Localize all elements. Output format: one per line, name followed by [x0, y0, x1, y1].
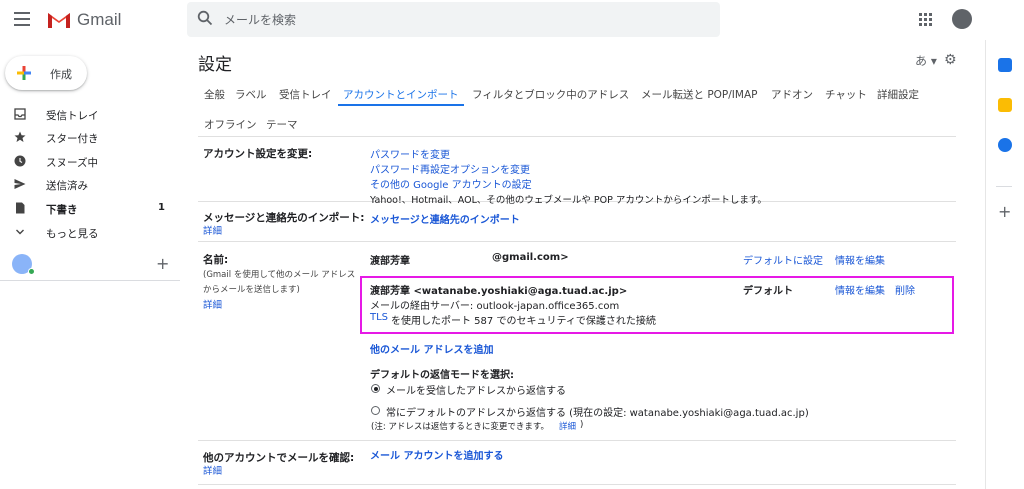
send-as-description: (Gmail を使用して他のメール アドレス [203, 270, 356, 280]
tab-chat[interactable]: チャット [825, 87, 867, 102]
import-link[interactable]: メッセージと連絡先のインポート [370, 211, 520, 226]
compose-button[interactable]: 作成 [5, 56, 87, 90]
nav-item-label: 下書き [46, 204, 78, 216]
nav-divider [0, 280, 180, 281]
side-panel-divider [996, 186, 1012, 187]
section-divider [198, 440, 956, 441]
app-name: Gmail [77, 10, 122, 29]
send-as-detail-link[interactable]: 詳細 [203, 297, 222, 311]
gear-icon[interactable]: ⚙ [944, 52, 957, 68]
keep-icon[interactable] [998, 98, 1012, 112]
apps-grid-icon[interactable] [919, 13, 932, 26]
active-tab-indicator [338, 104, 464, 106]
nav-item-sent[interactable]: 送信済み [0, 172, 180, 196]
star-icon [14, 131, 26, 142]
reply-note-end: ) [580, 420, 584, 430]
nav-item-more[interactable]: もっと見る [0, 220, 180, 244]
import-label: メッセージと連絡先のインポート: [203, 212, 365, 224]
edit-info-link[interactable]: 情報を編集 [835, 252, 885, 267]
tab-themes[interactable]: テーマ [266, 117, 298, 132]
check-mail-detail-link[interactable]: 詳細 [203, 463, 222, 477]
tab-filters[interactable]: フィルタとブロック中のアドレス [472, 87, 629, 102]
reply-option-default: 常にデフォルトのアドレスから返信する (現在の設定: watanabe.yosh… [386, 408, 809, 419]
compose-label: 作成 [50, 68, 72, 81]
online-status-icon [28, 268, 35, 275]
reply-note: (注: アドレスは返信するときに変更できます。 [371, 422, 550, 432]
nav-item-starred[interactable]: スター付き [0, 125, 180, 149]
tab-accounts-import[interactable]: アカウントとインポート [343, 87, 459, 102]
change-recovery-link[interactable]: パスワード再設定オプションを変更 [370, 161, 530, 176]
search-input[interactable]: メールを検索 [224, 11, 296, 28]
tab-offline[interactable]: オフライン [204, 117, 257, 132]
draft-count: 1 [158, 202, 165, 213]
send-as-name: 渡部芳章 [370, 256, 410, 267]
nav-item-label: 受信トレイ [46, 110, 99, 122]
smtp-server-text: メールの経由サーバー: outlook-japan.office365.com [370, 301, 620, 312]
add-chat-icon[interactable]: + [156, 254, 169, 273]
tab-forwarding-pop-imap[interactable]: メール転送と POP/IMAP [641, 87, 757, 102]
change-password-link[interactable]: パスワードを変更 [370, 146, 450, 161]
nav-item-label: スター付き [46, 133, 99, 145]
delete-link[interactable]: 削除 [895, 282, 915, 297]
nav-item-inbox[interactable]: 受信トレイ [0, 102, 180, 126]
send-as-email: @gmail.com> [492, 252, 569, 263]
reply-note-detail-link[interactable]: 詳細 [559, 420, 576, 432]
send-as-description: からメールを送信します) [203, 285, 300, 295]
tabs-divider [198, 136, 956, 137]
tls-text: を使用したポート 587 でのセキュリティで保護された接続 [391, 316, 656, 327]
calendar-icon[interactable] [998, 58, 1012, 72]
tab-inbox[interactable]: 受信トレイ [279, 87, 332, 102]
nav-item-label: スヌーズ中 [46, 157, 98, 169]
draft-icon [16, 202, 25, 214]
tab-labels[interactable]: ラベル [235, 87, 267, 102]
search-icon[interactable] [197, 10, 213, 26]
tab-advanced[interactable]: 詳細設定 [877, 87, 919, 102]
reply-option-received: メールを受信したアドレスから返信する [386, 386, 566, 397]
tab-addons[interactable]: アドオン [771, 87, 813, 102]
edit-info-link[interactable]: 情報を編集 [835, 282, 885, 297]
reply-from-received-radio[interactable] [371, 384, 380, 393]
input-tools-button[interactable]: あ ▾ [915, 52, 937, 69]
chevron-down-icon [16, 229, 24, 235]
nav-item-label: もっと見る [46, 228, 99, 240]
import-detail-link[interactable]: 詳細 [203, 223, 222, 237]
send-icon [14, 179, 26, 189]
plus-icon [17, 64, 31, 82]
set-default-link[interactable]: デフォルトに設定 [743, 252, 823, 267]
nav-item-label: 送信済み [46, 180, 88, 192]
clock-icon [14, 155, 26, 167]
google-account-settings-link[interactable]: その他の Google アカウントの設定 [370, 176, 532, 191]
add-mail-account-link[interactable]: メール アカウントを追加する [370, 447, 503, 462]
nav-item-snoozed[interactable]: スヌーズ中 [0, 149, 180, 173]
check-mail-label: 他のアカウントでメールを確認: [203, 452, 355, 464]
gmail-logo[interactable]: Gmail [47, 7, 121, 33]
add-addon-icon[interactable]: + [998, 202, 1011, 221]
reply-from-default-radio[interactable] [371, 406, 380, 415]
page-title: 設定 [198, 55, 232, 75]
main-menu-icon[interactable] [14, 12, 30, 26]
inbox-icon [14, 108, 26, 120]
gmail-m-icon [48, 13, 70, 28]
account-avatar-icon[interactable] [952, 9, 972, 29]
nav-item-drafts[interactable]: 下書き 1 [0, 196, 180, 220]
tasks-icon[interactable] [998, 138, 1012, 152]
add-email-address-link[interactable]: 他のメール アドレスを追加 [370, 341, 493, 356]
import-description: Yahoo!、Hotmail、AOL、その他のウェブメールや POP アカウント… [370, 195, 767, 206]
reply-mode-label: デフォルトの返信モードを選択: [370, 370, 514, 381]
section-divider [198, 484, 956, 485]
section-divider [198, 241, 956, 242]
change-account-label: アカウント設定を変更: [203, 148, 313, 160]
send-as-label: 名前: [203, 254, 229, 266]
tab-general[interactable]: 全般 [204, 87, 225, 102]
default-label: デフォルト [743, 286, 793, 297]
tls-link[interactable]: TLS [370, 312, 388, 323]
send-as-name-email: 渡部芳章 <watanabe.yoshiaki@aga.tuad.ac.jp> [370, 286, 628, 297]
